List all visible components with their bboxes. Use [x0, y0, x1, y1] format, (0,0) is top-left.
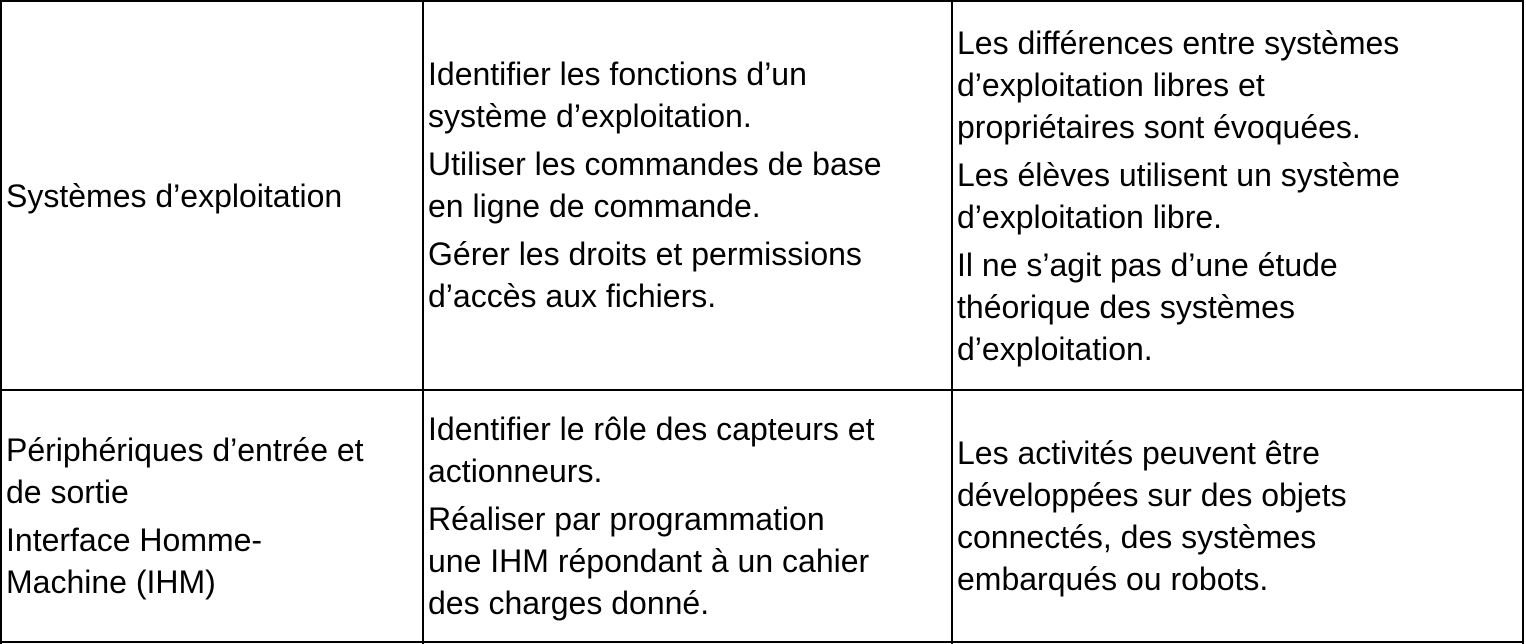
topic-paragraph: Interface Homme- Machine (IHM) [6, 519, 420, 603]
text-line: des charges donné. [428, 585, 710, 621]
topic-text: Systèmes d’exploitation [6, 175, 420, 217]
text-line: Systèmes d’exploitation [6, 177, 343, 214]
table-border-right [1522, 0, 1524, 644]
text-line: Identifier les fonctions d’un [428, 55, 807, 92]
text-line: Identifier le rôle des capteurs et [428, 411, 875, 447]
text-line: une IHM répondant à un cahier [428, 543, 870, 579]
text-line: Gérer les droits et permissions [428, 235, 862, 272]
table-row-2-topic-cell: Périphériques d’entrée et de sortie Inte… [6, 391, 420, 641]
text-line: en ligne de commande. [428, 187, 761, 224]
table-row-1-comments-cell: Les différences entre systèmes d’exploit… [957, 2, 1520, 389]
table-row-1-topic-cell: Systèmes d’exploitation [6, 2, 420, 389]
text-line: Interface Homme- [6, 522, 263, 558]
text-line: connectés, des systèmes [957, 519, 1317, 555]
text-line: Réaliser par programmation [428, 501, 825, 537]
text-line: Les élèves utilisent un système [957, 156, 1400, 193]
text-line: Machine (IHM) [6, 564, 216, 600]
text-line: d’accès aux fichiers. [428, 277, 717, 314]
text-line: propriétaires sont évoquées. [957, 108, 1361, 145]
text-line: Il ne s’agit pas d’une étude [957, 246, 1338, 283]
text-line: d’exploitation. [957, 330, 1153, 367]
comment-paragraph: Les élèves utilisent un système d’exploi… [957, 154, 1520, 238]
text-line: Utiliser les commandes de base [428, 145, 882, 182]
text-line: de sortie [6, 474, 129, 510]
text-line: d’exploitation libres et [957, 66, 1265, 103]
text-line: Périphériques d’entrée et [6, 432, 364, 468]
table-border-bottom [0, 641, 1524, 643]
text-line: système d’exploitation. [428, 97, 752, 134]
column-divider-2 [951, 0, 953, 644]
table-row-2-comments-cell: Les activités peuvent être développées s… [957, 391, 1520, 641]
text-line: embarqués ou robots. [957, 561, 1269, 597]
text-line: Les activités peuvent être [957, 435, 1320, 471]
text-line: Les différences entre systèmes [957, 24, 1400, 61]
text-line: d’exploitation libre. [957, 198, 1223, 235]
table-row-1-abilities-cell: Identifier les fonctions d’un système d’… [428, 2, 949, 389]
table-border-left [0, 0, 2, 644]
comment-paragraph: Il ne s’agit pas d’une étude théorique d… [957, 244, 1520, 370]
column-divider-1 [422, 0, 424, 644]
table-row-2-abilities-cell: Identifier le rôle des capteurs et actio… [428, 391, 949, 641]
ability-paragraph: Identifier les fonctions d’un système d’… [428, 53, 949, 137]
ability-paragraph: Réaliser par programmation une IHM répon… [428, 498, 949, 624]
comment-paragraph: Les activités peuvent être développées s… [957, 432, 1520, 600]
ability-paragraph: Utiliser les commandes de base en ligne … [428, 143, 949, 227]
text-line: développées sur des objets [957, 477, 1347, 513]
text-line: actionneurs. [428, 453, 603, 489]
ability-paragraph: Identifier le rôle des capteurs et actio… [428, 408, 949, 492]
ability-paragraph: Gérer les droits et permissions d’accès … [428, 233, 949, 317]
comment-paragraph: Les différences entre systèmes d’exploit… [957, 22, 1520, 148]
topic-paragraph: Périphériques d’entrée et de sortie [6, 429, 420, 513]
curriculum-table: Systèmes d’exploitation Identifier les f… [0, 0, 1526, 644]
text-line: théorique des systèmes [957, 288, 1295, 325]
